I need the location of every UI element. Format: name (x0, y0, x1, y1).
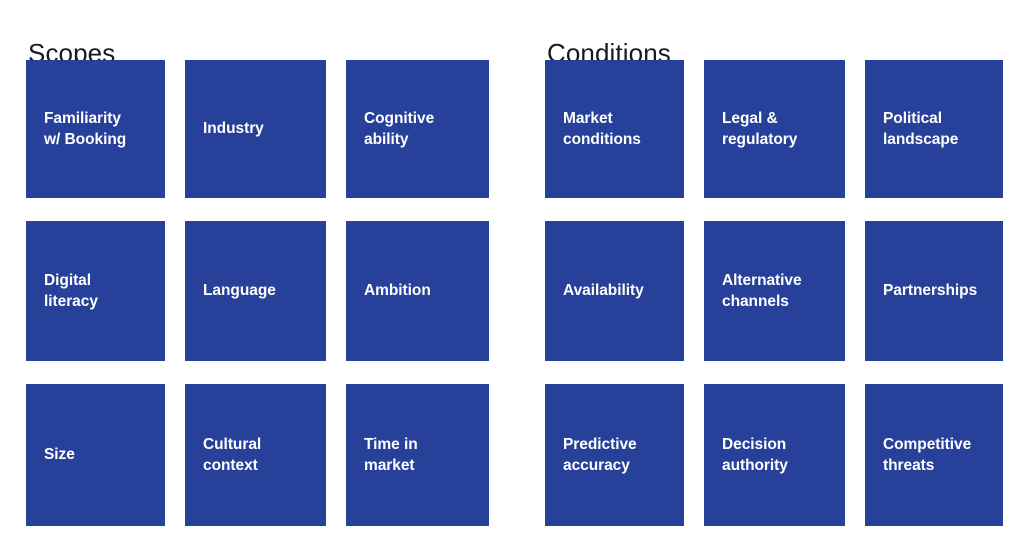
condition-tile-market-conditions[interactable]: Market conditions (545, 60, 684, 198)
tile-label: Industry (203, 120, 264, 137)
conditions-tile-grid: Market conditions Legal & regulatory Pol… (545, 60, 1003, 526)
tile-label: Legal & regulatory (722, 109, 798, 148)
tile-label: Competitive threats (883, 435, 972, 474)
tile-label: Predictive accuracy (563, 435, 637, 474)
condition-tile-legal-regulatory[interactable]: Legal & regulatory (704, 60, 845, 198)
tile-label: Size (44, 446, 75, 463)
tile-label: Language (203, 282, 276, 299)
condition-tile-competitive-threats[interactable]: Competitive threats (865, 384, 1003, 526)
condition-tile-alternative-channels[interactable]: Alternative channels (704, 221, 845, 361)
condition-tile-predictive-accuracy[interactable]: Predictive accuracy (545, 384, 684, 526)
scope-tile-familiarity-w-booking[interactable]: Familiarity w/ Booking (26, 60, 165, 198)
tile-label: Partnerships (883, 282, 978, 299)
tile-label: Alternative channels (722, 271, 802, 310)
tile-label: Ambition (364, 282, 431, 299)
tile-label: Familiarity w/ Booking (44, 109, 127, 148)
tile-label: Decision authority (722, 435, 788, 474)
condition-tile-partnerships[interactable]: Partnerships (865, 221, 1003, 361)
tile-label: Political landscape (883, 109, 959, 148)
condition-tile-decision-authority[interactable]: Decision authority (704, 384, 845, 526)
tile-label: Digital literacy (44, 271, 98, 310)
condition-tile-availability[interactable]: Availability (545, 221, 684, 361)
tile-label: Availability (563, 282, 644, 299)
tile-label: Market conditions (563, 109, 641, 148)
tile-label: Time in market (364, 435, 418, 474)
scope-tile-time-in-market[interactable]: Time in market (346, 384, 489, 526)
condition-tile-political-landscape[interactable]: Political landscape (865, 60, 1003, 198)
tile-label: Cultural context (203, 435, 262, 474)
scope-tile-language[interactable]: Language (185, 221, 326, 361)
scope-tile-industry[interactable]: Industry (185, 60, 326, 198)
scopes-tile-grid: Familiarity w/ Booking Industry Cognitiv… (26, 60, 489, 526)
scope-tile-cultural-context[interactable]: Cultural context (185, 384, 326, 526)
slide-canvas: Scopes Familiarity w/ Booking Industry C… (0, 0, 1024, 544)
scope-tile-cognitive-ability[interactable]: Cognitive ability (346, 60, 489, 198)
scope-tile-size[interactable]: Size (26, 384, 165, 526)
tile-label: Cognitive ability (364, 109, 435, 148)
scope-tile-ambition[interactable]: Ambition (346, 221, 489, 361)
scope-tile-digital-literacy[interactable]: Digital literacy (26, 221, 165, 361)
